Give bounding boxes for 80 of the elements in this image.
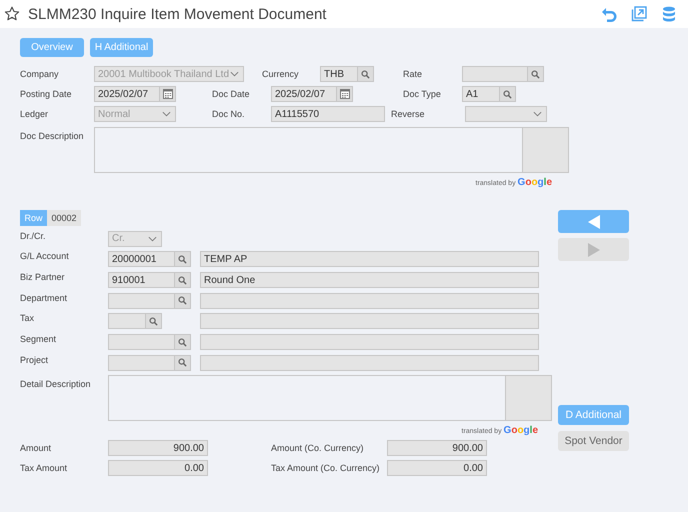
caret-icon <box>533 111 542 117</box>
undo-icon[interactable] <box>601 6 617 22</box>
search-icon <box>531 70 540 78</box>
caret-icon <box>230 71 239 77</box>
field-label: Doc Date <box>212 89 251 99</box>
search-icon <box>178 254 187 264</box>
field-label: Company <box>20 69 60 79</box>
field-label: Currency <box>262 69 300 79</box>
input-field[interactable] <box>462 66 528 82</box>
input-field[interactable]: 20000001 <box>108 251 175 268</box>
calendar-button[interactable] <box>160 86 176 102</box>
translate-panel <box>506 374 552 421</box>
field-label: Project <box>20 354 50 365</box>
search-button[interactable] <box>175 272 191 288</box>
input-field[interactable] <box>108 354 175 371</box>
field-label: Biz Partner <box>20 272 66 282</box>
search-icon <box>503 90 512 98</box>
search-button[interactable] <box>358 66 374 82</box>
input-field[interactable]: A1 <box>462 86 500 102</box>
field-label: Rate <box>403 69 424 79</box>
left-triangle-icon <box>588 214 600 228</box>
input-field[interactable] <box>108 292 175 309</box>
search-button[interactable] <box>175 354 191 371</box>
calendar-icon <box>162 89 172 99</box>
field-label: Reverse <box>391 109 426 119</box>
amount-field: 900.00 <box>387 440 487 456</box>
field-label: Posting Date <box>20 89 73 99</box>
calendar-icon <box>340 89 350 99</box>
search-icon <box>149 316 158 326</box>
translate-panel <box>523 127 569 173</box>
field-label: Doc No. <box>212 109 246 119</box>
search-icon <box>361 70 370 78</box>
field-label: Doc Description <box>20 130 85 141</box>
field-label: Department <box>20 292 68 303</box>
field-label: Detail Description <box>20 378 92 389</box>
search-button[interactable] <box>175 251 191 268</box>
search-button[interactable] <box>175 292 191 309</box>
field-label: Tax <box>20 313 36 324</box>
description-field: Round One <box>200 272 539 288</box>
field-label: Amount <box>20 442 52 453</box>
date-field[interactable]: 2025/02/07 <box>94 86 160 102</box>
input-field[interactable]: 910001 <box>108 272 175 288</box>
amount-field: 900.00 <box>108 440 208 456</box>
row-label: Row <box>20 210 47 226</box>
external-window-icon[interactable] <box>631 6 647 22</box>
field-label: Amount (Co. Currency) <box>271 442 365 453</box>
amount-field: 0.00 <box>387 460 487 476</box>
star-icon[interactable] <box>4 6 20 22</box>
right-triangle-icon <box>588 242 600 256</box>
caret-icon <box>162 111 171 117</box>
field-label: Tax Amount (Co. Currency) <box>271 462 381 473</box>
row-number: 00002 <box>47 210 81 226</box>
field-label: Tax Amount <box>20 462 68 473</box>
search-icon <box>178 276 187 285</box>
amount-field: 0.00 <box>108 460 208 476</box>
field-label: G/L Account <box>20 251 70 262</box>
search-button[interactable] <box>528 66 544 82</box>
search-button[interactable] <box>500 86 516 102</box>
search-button[interactable] <box>146 313 162 330</box>
window-title: SLMM230 Inquire Item Movement Document <box>28 6 326 22</box>
field-label: Dr./Cr. <box>20 230 47 241</box>
field-label: Segment <box>20 334 58 344</box>
caret-icon <box>148 236 157 242</box>
action-button[interactable]: Spot Vendor <box>558 431 629 451</box>
input-field[interactable] <box>108 313 146 330</box>
search-icon <box>178 296 187 306</box>
field-label: Ledger <box>20 109 50 119</box>
search-button[interactable] <box>175 334 191 350</box>
date-field[interactable]: 2025/02/07 <box>271 86 337 102</box>
input-field[interactable]: THB <box>320 66 358 82</box>
input-field[interactable]: A1115570 <box>271 106 385 122</box>
previous-button[interactable] <box>558 210 629 233</box>
description-field: TEMP AP <box>200 251 539 268</box>
field-label: Doc Type <box>403 89 442 99</box>
text-area[interactable] <box>94 127 523 173</box>
database-icon[interactable] <box>661 6 677 22</box>
calendar-button[interactable] <box>337 86 353 102</box>
search-icon <box>178 358 187 368</box>
input-field[interactable] <box>108 334 175 350</box>
search-icon <box>178 338 187 347</box>
